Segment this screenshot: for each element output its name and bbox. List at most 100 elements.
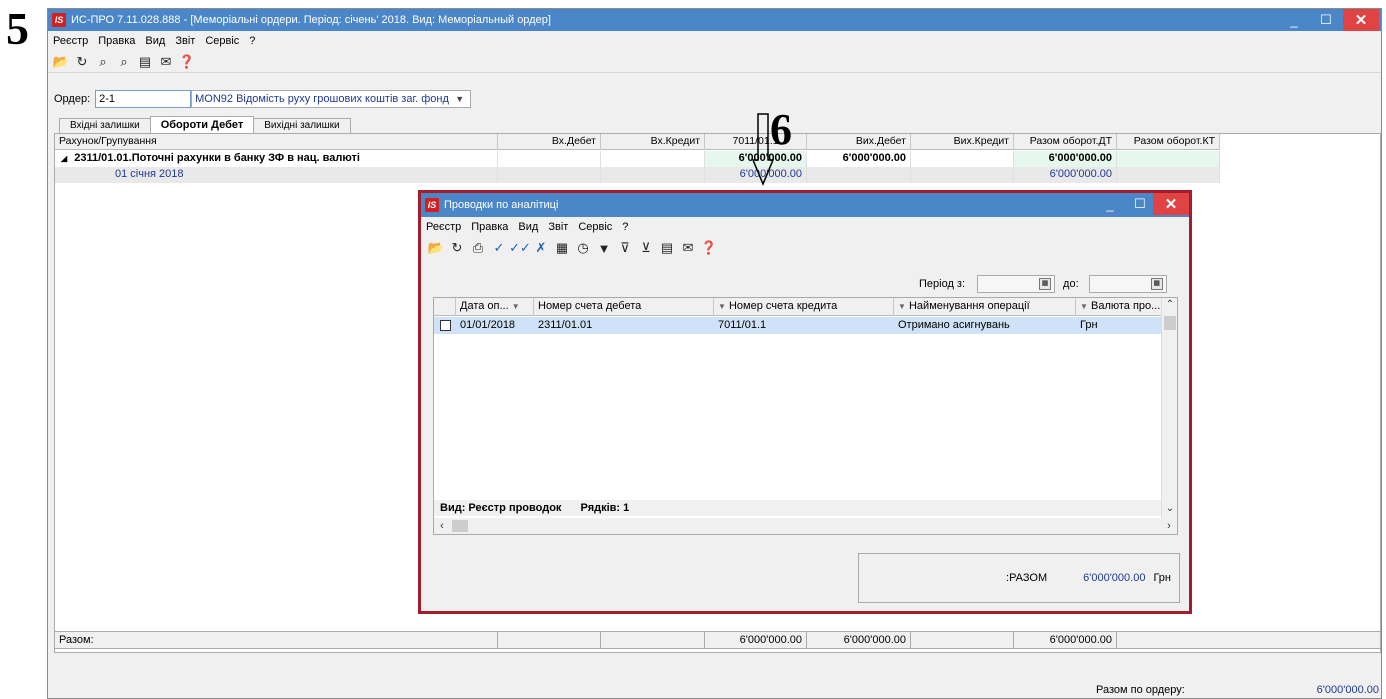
document-icon[interactable]: ▤ xyxy=(658,239,676,257)
tab-opening-balances[interactable]: Вхідні залишки xyxy=(59,118,151,133)
account-name: 2311/01.01.Поточні рахунки в банку ЗФ в … xyxy=(74,152,360,164)
col-account[interactable]: Рахунок/Групування xyxy=(55,134,498,150)
dialog-menu-help[interactable]: ? xyxy=(617,221,633,233)
step-label-6: 6 xyxy=(770,105,792,154)
dialog-title: Проводки по аналітиці xyxy=(444,199,559,211)
period-to-field[interactable]: ▦ xyxy=(1088,275,1167,293)
order-number-field[interactable]: 2-1 xyxy=(95,90,192,108)
col-operation[interactable]: ▼ Найменування операції xyxy=(894,298,1076,316)
col-total-kt[interactable]: Разом оборот.КТ xyxy=(1117,134,1220,150)
dialog-titlebar[interactable]: IS Проводки по аналітиці _ ☐ ✕ xyxy=(421,193,1189,217)
scroll-up-icon[interactable]: ⌃ xyxy=(1162,298,1178,312)
col-out-debit[interactable]: Вих.Дебет xyxy=(807,134,911,150)
main-titlebar[interactable]: IS ИС-ПРО 7.11.028.888 - [Меморіальні ор… xyxy=(48,9,1381,31)
help-icon[interactable]: ❓ xyxy=(700,239,718,257)
calendar-icon[interactable]: ▦ xyxy=(1150,278,1163,290)
footer-in-credit xyxy=(601,632,705,648)
col-credit-account[interactable]: ▼ Номер счета кредита xyxy=(714,298,894,316)
row-checkbox[interactable] xyxy=(440,320,451,331)
order-type-value: МОN92 Відомість руху грошових коштів заг… xyxy=(195,93,449,105)
out-debit-cell: 6'000'000.00 xyxy=(807,151,911,167)
out-credit-cell xyxy=(911,167,1014,183)
dialog-menu-registry[interactable]: Реєстр xyxy=(421,221,466,233)
dialog-close-button[interactable]: ✕ xyxy=(1153,193,1189,215)
col-debit-account[interactable]: Номер счета дебета xyxy=(534,298,714,316)
calendar-icon[interactable]: ▦ xyxy=(1039,278,1052,290)
folder-open-icon[interactable]: 📂 xyxy=(427,239,445,257)
dialog-menu-view[interactable]: Вид xyxy=(513,221,543,233)
menu-edit[interactable]: Правка xyxy=(93,35,140,47)
dialog-menu-report[interactable]: Звіт xyxy=(543,221,573,233)
col-in-debit[interactable]: Вх.Дебет xyxy=(498,134,601,150)
menu-service[interactable]: Сервіс xyxy=(200,35,244,47)
col-date-label: Дата оп... xyxy=(460,300,509,312)
table-row[interactable]: 01 січня 2018 6'000'000.00 6'000'000.00 xyxy=(55,167,1220,183)
sort-icon: ▼ xyxy=(511,302,520,311)
view-label: Вид: Реєстр проводок xyxy=(440,502,562,514)
menu-help[interactable]: ? xyxy=(244,35,260,47)
table-row[interactable]: 01/01/2018 2311/01.01 7011/01.1 Отримано… xyxy=(434,317,1161,334)
date-cell: 01/01/2018 xyxy=(460,319,516,331)
calendar-clock-icon[interactable]: ◷ xyxy=(574,239,592,257)
col-in-credit[interactable]: Вх.Кредит xyxy=(601,134,705,150)
in-credit-cell xyxy=(601,167,705,183)
expand-icon[interactable]: ◢ xyxy=(61,154,67,163)
col-date[interactable]: Дата оп... ▼ xyxy=(456,298,534,316)
out-debit-cell xyxy=(807,167,911,183)
horizontal-scrollbar[interactable]: ‹ › xyxy=(434,518,1177,534)
date-group-cell: 01 січня 2018 xyxy=(55,167,498,183)
uncheck-icon[interactable]: ✗ xyxy=(532,239,550,257)
mail-icon[interactable]: ✉ xyxy=(157,53,175,71)
sort-icon: ▼ xyxy=(1080,302,1088,311)
in-debit-cell xyxy=(498,167,601,183)
search-next-icon[interactable]: ⌕ xyxy=(115,53,133,71)
scroll-left-icon[interactable]: ‹ xyxy=(434,518,450,534)
check-all-icon[interactable]: ✓✓ xyxy=(509,239,531,257)
grid-header: Рахунок/Групування Вх.Дебет Вх.Кредит 70… xyxy=(55,134,1220,150)
dialog-maximize-button[interactable]: ☐ xyxy=(1125,193,1155,215)
mail-icon[interactable]: ✉ xyxy=(679,239,697,257)
close-button[interactable]: ✕ xyxy=(1343,9,1379,31)
col-out-credit[interactable]: Вих.Кредит xyxy=(911,134,1014,150)
print-icon[interactable]: ⎙ xyxy=(469,239,487,257)
scroll-down-icon[interactable]: ⌄ xyxy=(1162,502,1178,516)
search-icon[interactable]: ⌕ xyxy=(94,53,112,71)
help-icon[interactable]: ❓ xyxy=(178,53,196,71)
menu-report[interactable]: Звіт xyxy=(170,35,200,47)
folder-open-icon[interactable]: 📂 xyxy=(52,53,70,71)
scroll-right-icon[interactable]: › xyxy=(1161,518,1177,534)
period-from-label: Період з: xyxy=(919,278,966,290)
order-type-select[interactable]: МОN92 Відомість руху грошових коштів заг… xyxy=(191,90,472,108)
out-credit-cell xyxy=(911,151,1014,167)
col-currency[interactable]: ▼ Валюта про... xyxy=(1076,298,1161,316)
dialog-menu-service[interactable]: Сервіс xyxy=(573,221,617,233)
col-select[interactable] xyxy=(434,298,456,316)
minimize-button[interactable]: _ xyxy=(1279,9,1309,31)
document-icon[interactable]: ▤ xyxy=(136,53,154,71)
tab-closing-balances[interactable]: Вихідні залишки xyxy=(253,118,351,133)
menu-registry[interactable]: Реєстр xyxy=(48,35,93,47)
table-row[interactable]: ◢ 2311/01.01.Поточні рахунки в банку ЗФ … xyxy=(55,151,1220,167)
table-icon[interactable]: ▦ xyxy=(553,239,571,257)
maximize-button[interactable]: ☐ xyxy=(1311,9,1341,31)
filter-clear-icon[interactable]: ⊽ xyxy=(616,239,634,257)
col-total-dt[interactable]: Разом оборот.ДТ xyxy=(1014,134,1117,150)
total-dt-cell: 6'000'000.00 xyxy=(1014,167,1117,183)
check-icon[interactable]: ✓ xyxy=(490,239,508,257)
scroll-thumb[interactable] xyxy=(1164,316,1176,330)
tab-debit-turnover[interactable]: Обороти Дебет xyxy=(149,116,255,133)
dialog-menubar: Реєстр Правка Вид Звіт Сервіс ? xyxy=(421,217,1189,237)
tab-bar: Вхідні залишки Обороти Дебет Вихідні зал… xyxy=(59,116,351,133)
period-from-field[interactable]: ▦ xyxy=(977,275,1056,293)
account-cell: ◢ 2311/01.01.Поточні рахунки в банку ЗФ … xyxy=(55,151,498,167)
dialog-minimize-button[interactable]: _ xyxy=(1095,193,1125,215)
filter-edit-icon[interactable]: ⊻ xyxy=(637,239,655,257)
filter-icon[interactable]: ▼ xyxy=(595,239,613,257)
refresh-icon[interactable]: ↻ xyxy=(448,239,466,257)
menu-view[interactable]: Вид xyxy=(140,35,170,47)
dialog-menu-edit[interactable]: Правка xyxy=(466,221,513,233)
refresh-icon[interactable]: ↻ xyxy=(73,53,91,71)
vertical-scrollbar[interactable]: ⌃ ⌄ xyxy=(1161,298,1177,518)
operation-cell: Отримано асигнувань xyxy=(898,319,1010,331)
scroll-thumb[interactable] xyxy=(452,520,468,532)
